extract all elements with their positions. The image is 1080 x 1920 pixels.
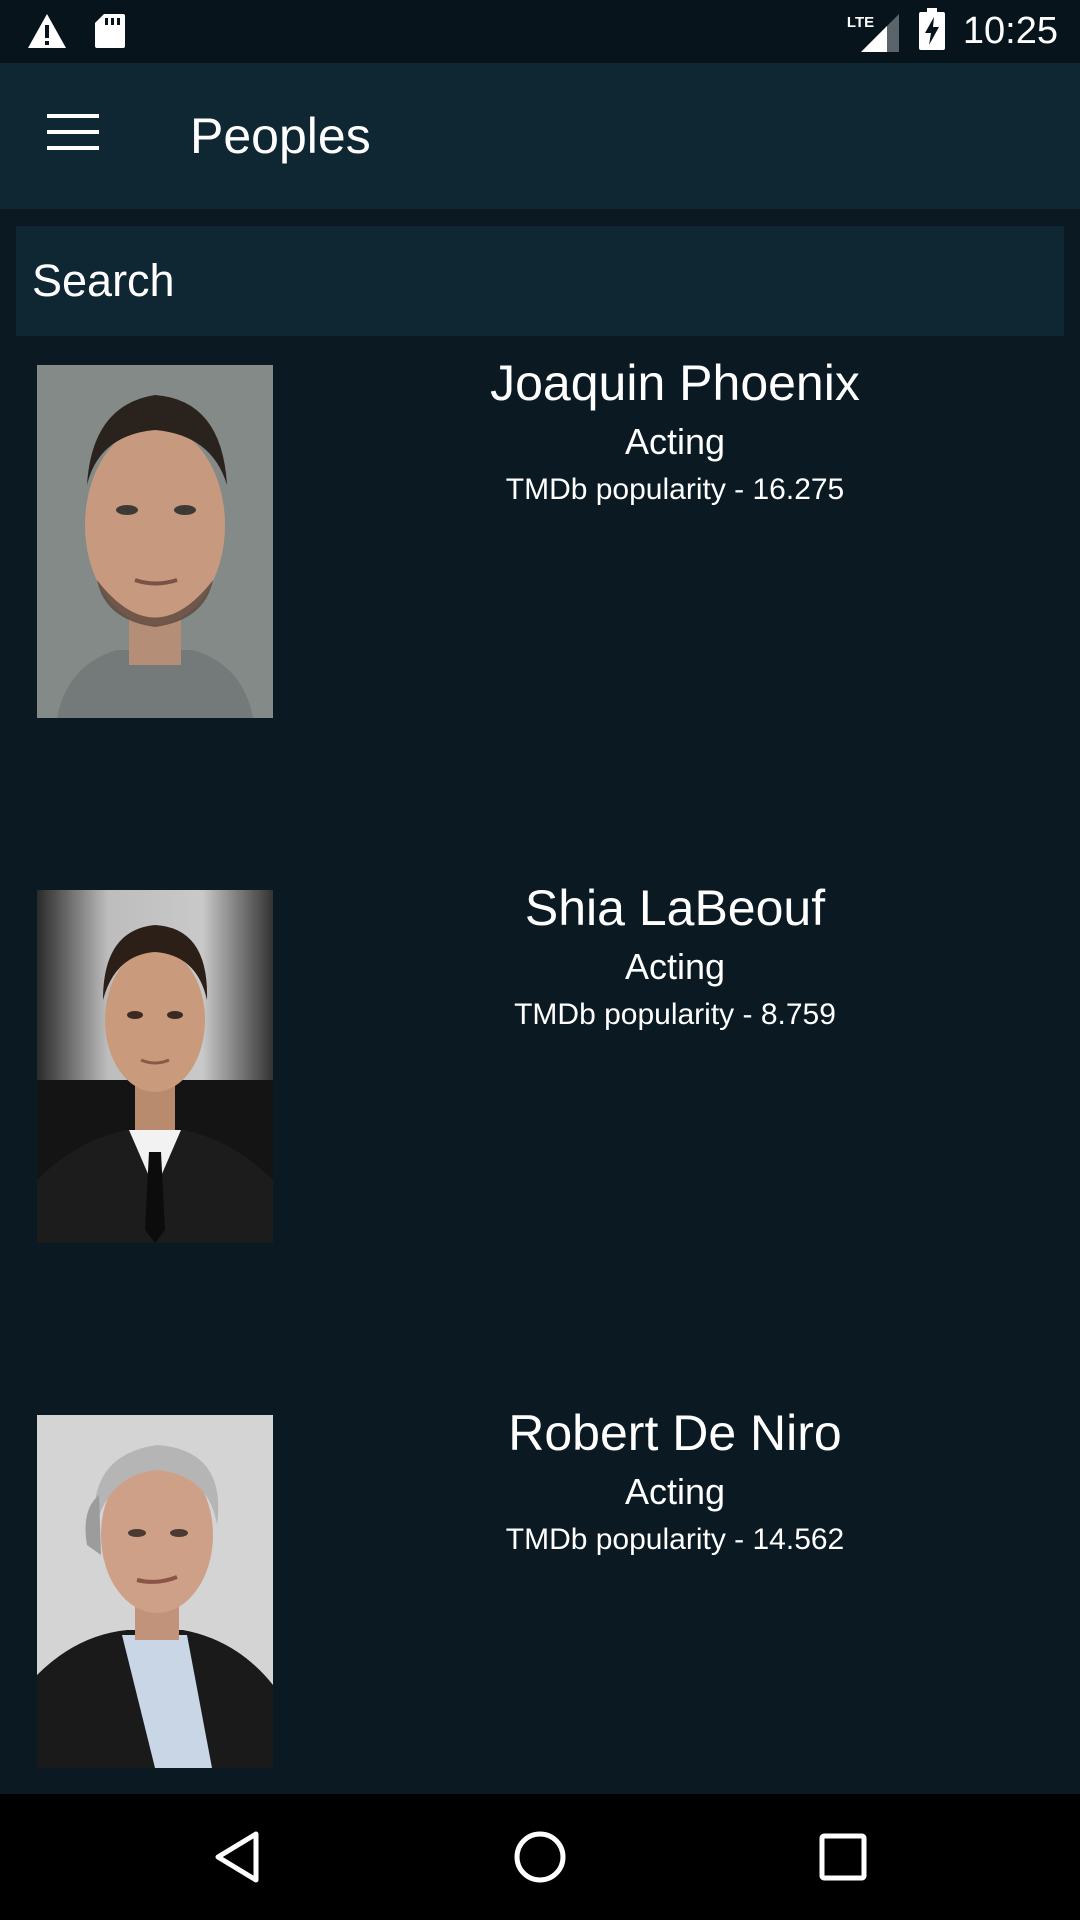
person-info: Shia LaBeouf Acting TMDb popularity - 8.… <box>400 877 950 1035</box>
recents-icon <box>818 1832 868 1887</box>
person-list-item[interactable]: Shia LaBeouf Acting TMDb popularity - 8.… <box>0 865 1080 1390</box>
recents-button[interactable] <box>808 1824 878 1894</box>
hamburger-menu-icon <box>47 113 99 155</box>
person-popularity: TMDb popularity - 14.562 <box>505 1523 845 1556</box>
person-name: Shia LaBeouf <box>524 880 826 936</box>
status-time: 10:25 <box>962 10 1058 52</box>
battery-charging-icon <box>918 8 945 55</box>
home-button[interactable] <box>505 1824 575 1894</box>
person-info: Robert De Niro Acting TMDb popularity - … <box>400 1402 950 1560</box>
person-department: Acting <box>624 946 726 987</box>
page-title: Peoples <box>190 108 371 164</box>
person-photo <box>37 1415 273 1768</box>
back-icon <box>212 1830 262 1889</box>
person-info: Joaquin Phoenix Acting TMDb popularity -… <box>400 352 950 510</box>
person-popularity: TMDb popularity - 16.275 <box>505 473 845 506</box>
person-popularity: TMDb popularity - 8.759 <box>514 998 836 1031</box>
person-photo <box>37 365 273 718</box>
person-name: Robert De Niro <box>508 1405 842 1461</box>
person-list-item[interactable]: Joaquin Phoenix Acting TMDb popularity -… <box>0 340 1080 865</box>
back-button[interactable] <box>202 1824 272 1894</box>
system-nav-bar <box>0 1794 1080 1920</box>
signal-icon: LTE <box>847 10 901 54</box>
home-icon <box>513 1830 567 1889</box>
person-department: Acting <box>624 421 726 462</box>
search-input[interactable] <box>16 226 1064 336</box>
person-department: Acting <box>624 1471 726 1512</box>
network-type-label: LTE <box>846 13 875 31</box>
status-left-icons <box>26 12 126 55</box>
person-name: Joaquin Phoenix <box>490 355 860 411</box>
status-bar: LTE 10:25 <box>0 0 1080 63</box>
app-bar: Peoples <box>0 63 1080 209</box>
menu-button[interactable] <box>36 103 110 165</box>
sd-card-icon <box>94 12 126 55</box>
status-right-icons: LTE 10:25 <box>847 8 1058 55</box>
warning-icon <box>26 12 68 55</box>
person-photo <box>37 890 273 1243</box>
